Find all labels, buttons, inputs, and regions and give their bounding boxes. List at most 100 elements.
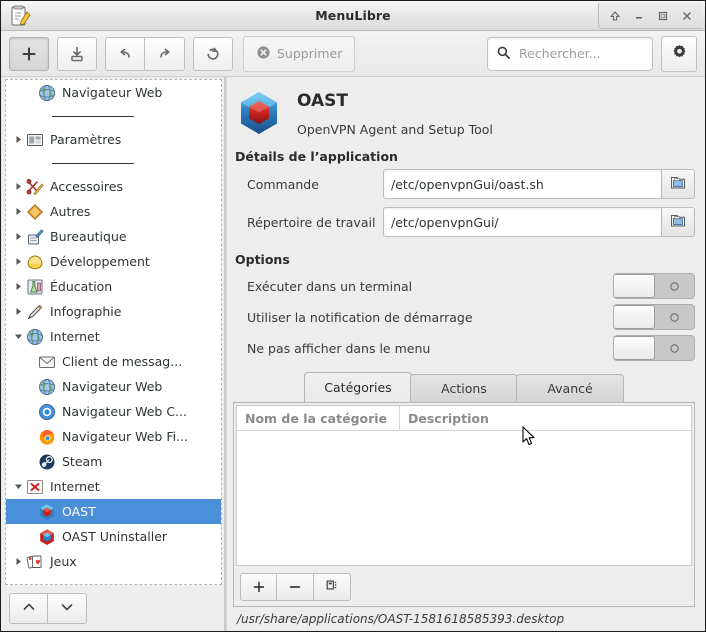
sidebar-item-label: Navigateur Web C... [62, 404, 187, 419]
expander-closed-icon[interactable] [10, 557, 26, 566]
oast-icon [235, 89, 283, 137]
separator-line [52, 115, 134, 117]
sidebar-item-navigateur-web-c[interactable]: Navigateur Web C... [6, 399, 221, 424]
remove-category-button[interactable] [277, 573, 314, 601]
sidebar-item-internet[interactable]: Internet [6, 474, 221, 499]
expander-closed-icon[interactable] [10, 182, 26, 191]
tree-separator [6, 105, 221, 127]
other-icon [26, 203, 44, 221]
sidebar-item-navigateur-web-fi[interactable]: Navigateur Web Fi... [6, 424, 221, 449]
revert-button[interactable] [193, 36, 233, 71]
globe-icon [38, 84, 56, 102]
option-row: Ne pas afficher dans le menu [233, 333, 695, 363]
delete-button[interactable]: Supprimer [243, 35, 356, 72]
sidebar-item-label: Infographie [50, 304, 122, 319]
sidebar-item-label: Autres [50, 204, 91, 219]
categories-table[interactable]: Nom de la catégorie Description [236, 405, 692, 566]
chromium-icon [38, 403, 56, 421]
details-pane: OAST OpenVPN Agent and Setup Tool Détail… [227, 77, 705, 631]
add-button[interactable] [9, 36, 49, 71]
delete-button-label: Supprimer [277, 46, 343, 61]
window-title: MenuLibre [315, 8, 391, 23]
column-header-description[interactable]: Description [400, 406, 691, 430]
expander-closed-icon[interactable] [10, 135, 26, 144]
sidebar-item-infographie[interactable]: Infographie [6, 299, 221, 324]
sidebar-item-ducation[interactable]: Éducation [6, 274, 221, 299]
category-options-button[interactable] [314, 573, 351, 601]
search-box[interactable] [487, 36, 653, 71]
sidebar-item-accessoires[interactable]: Accessoires [6, 174, 221, 199]
graphics-icon [26, 303, 44, 321]
tree-separator [6, 152, 221, 174]
redo-icon [159, 48, 170, 58]
settings-panel-icon [26, 131, 44, 149]
revert-icon [207, 47, 219, 60]
add-category-button[interactable] [240, 573, 277, 601]
tab-actions[interactable]: Actions [410, 374, 518, 402]
application-tree[interactable]: Navigateur Web Paramètres Accessoires Autre… [5, 79, 222, 585]
undo-button[interactable] [105, 36, 145, 71]
sidebar-item-client-de-messag[interactable]: Client de messag... [6, 349, 221, 374]
notebook: Catégories Actions Avancé Nom de la catégo… [233, 372, 695, 607]
settings-button[interactable] [661, 35, 697, 72]
sidebar-item-autres[interactable]: Autres [6, 199, 221, 224]
field-input[interactable]: /etc/openvpnGui/ [383, 207, 662, 237]
field-input[interactable]: /etc/openvpnGui/oast.sh [383, 169, 662, 199]
sidebar-item-d-veloppement[interactable]: Développement [6, 249, 221, 274]
sidebar-item-param-tres[interactable]: Paramètres [6, 127, 221, 152]
option-label: Exécuter dans un terminal [247, 278, 413, 294]
expander-closed-icon[interactable] [10, 282, 26, 291]
option-switch[interactable] [613, 335, 695, 361]
expander-closed-icon[interactable] [10, 232, 26, 241]
sidebar-item-navigateur-web[interactable]: Navigateur Web [6, 374, 221, 399]
table-header-row: Nom de la catégorie Description [237, 406, 691, 431]
sidebar-footer [5, 585, 222, 631]
option-row: Exécuter dans un terminal [233, 271, 695, 301]
column-header-category-name[interactable]: Nom de la catégorie [237, 406, 400, 430]
undo-icon [120, 48, 130, 58]
globe-icon [38, 378, 56, 396]
separator-line [52, 162, 134, 164]
search-icon [496, 45, 511, 63]
tab-avanc[interactable]: Avancé [516, 374, 624, 402]
list-icon [325, 578, 339, 596]
steam-icon [38, 453, 56, 471]
option-switch[interactable] [613, 273, 695, 299]
sidebar-item-navigateur-web[interactable]: Navigateur Web [6, 80, 221, 105]
browse-button[interactable] [662, 169, 695, 199]
shade-button[interactable] [603, 5, 627, 27]
expander-open-icon[interactable] [10, 332, 26, 341]
expander-closed-icon[interactable] [10, 257, 26, 266]
sidebar-item-oast-uninstaller[interactable]: OAST Uninstaller [6, 524, 221, 549]
expander-open-icon[interactable] [10, 482, 26, 491]
close-button[interactable] [675, 5, 699, 27]
expander-closed-icon[interactable] [10, 307, 26, 316]
menulibre-window: MenuLibre Supprimer Rechercher... Naviga… [0, 0, 706, 632]
window-controls [598, 3, 703, 29]
sidebar-item-steam[interactable]: Steam [6, 449, 221, 474]
chevron-up-icon [21, 599, 37, 618]
sidebar-item-label: Paramètres [50, 132, 122, 147]
sidebar-item-jeux[interactable]: Jeux [6, 549, 221, 574]
move-down-button[interactable] [48, 592, 87, 624]
minimize-button[interactable] [627, 5, 651, 27]
sidebar-item-oast[interactable]: OAST [6, 499, 221, 524]
gear-icon [671, 44, 688, 64]
maximize-button[interactable] [651, 5, 675, 27]
option-label: Utiliser la notification de démarrage [247, 309, 473, 325]
save-button[interactable] [57, 36, 97, 71]
option-switch[interactable] [613, 304, 695, 330]
tab-cat-gories[interactable]: Catégories [304, 372, 412, 402]
redo-button[interactable] [145, 36, 185, 71]
browse-button[interactable] [662, 207, 695, 237]
sidebar-item-label: Navigateur Web [62, 379, 163, 394]
sidebar-item-bureautique[interactable]: Bureautique [6, 224, 221, 249]
sidebar-item-internet[interactable]: Internet [6, 324, 221, 349]
oast-red-icon [38, 528, 56, 546]
expander-closed-icon[interactable] [10, 207, 26, 216]
switch-off-indicator [655, 281, 694, 292]
search-input[interactable] [517, 45, 644, 62]
move-up-button[interactable] [9, 592, 48, 624]
save-icon [71, 46, 83, 61]
sidebar-item-label: Internet [50, 479, 100, 494]
